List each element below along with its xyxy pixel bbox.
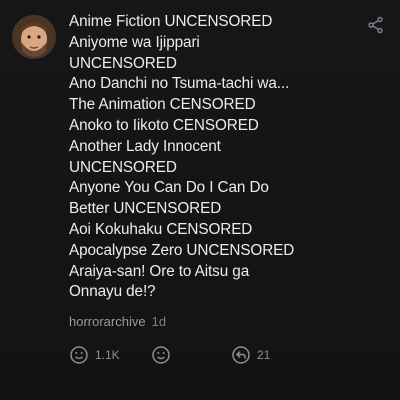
- reactions-button[interactable]: 1.1K: [69, 343, 120, 367]
- reply-icon: [232, 346, 250, 364]
- comment-line: Araiya-san! Ore to Aitsu ga: [69, 262, 250, 280]
- comment-line: Anyone You Can Do I Can Do: [69, 179, 269, 197]
- comment-line: UNCENSORED: [69, 158, 177, 176]
- comment-timestamp: 1d: [151, 314, 167, 329]
- smiley-reaction-icon: [70, 346, 88, 364]
- comment-meta: horrorarchive 1d: [69, 314, 166, 329]
- comment-line: The Animation CENSORED: [69, 96, 256, 114]
- avatar-face-icon: [12, 15, 56, 59]
- user-avatar[interactable]: [12, 15, 56, 59]
- share-button[interactable]: [366, 15, 386, 35]
- comment-body: Anime Fiction UNCENSORED Aniyome wa Ijip…: [69, 12, 369, 303]
- add-reaction-icon: [152, 346, 170, 364]
- comment-line: Aoi Kokuhaku CENSORED: [69, 220, 253, 238]
- reply-button[interactable]: 21: [231, 343, 270, 367]
- share-icon: [368, 16, 383, 34]
- replies-count: 21: [257, 348, 271, 362]
- comment-line: Another Lady Innocent: [69, 137, 221, 155]
- comment-line: Aniyome wa Ijippari: [69, 33, 200, 51]
- add-reaction-button[interactable]: [151, 343, 171, 367]
- reactions-count: 1.1K: [95, 348, 120, 362]
- comment-screen: Anime Fiction UNCENSORED Aniyome wa Ijip…: [0, 0, 400, 400]
- comment-line: Better UNCENSORED: [69, 200, 222, 218]
- comment-line: Apocalypse Zero UNCENSORED: [69, 241, 295, 259]
- author-username[interactable]: horrorarchive: [69, 314, 146, 329]
- comment-line: Onnayu de!?: [69, 283, 156, 301]
- comment-line: Anoko to Iikoto CENSORED: [69, 116, 259, 134]
- comment-line: Anime Fiction UNCENSORED: [69, 13, 273, 30]
- comment-line: UNCENSORED: [69, 54, 177, 72]
- comment-line: Ano Danchi no Tsuma-tachi wa...: [69, 75, 290, 93]
- comment-actions: 1.1K 21: [69, 343, 389, 367]
